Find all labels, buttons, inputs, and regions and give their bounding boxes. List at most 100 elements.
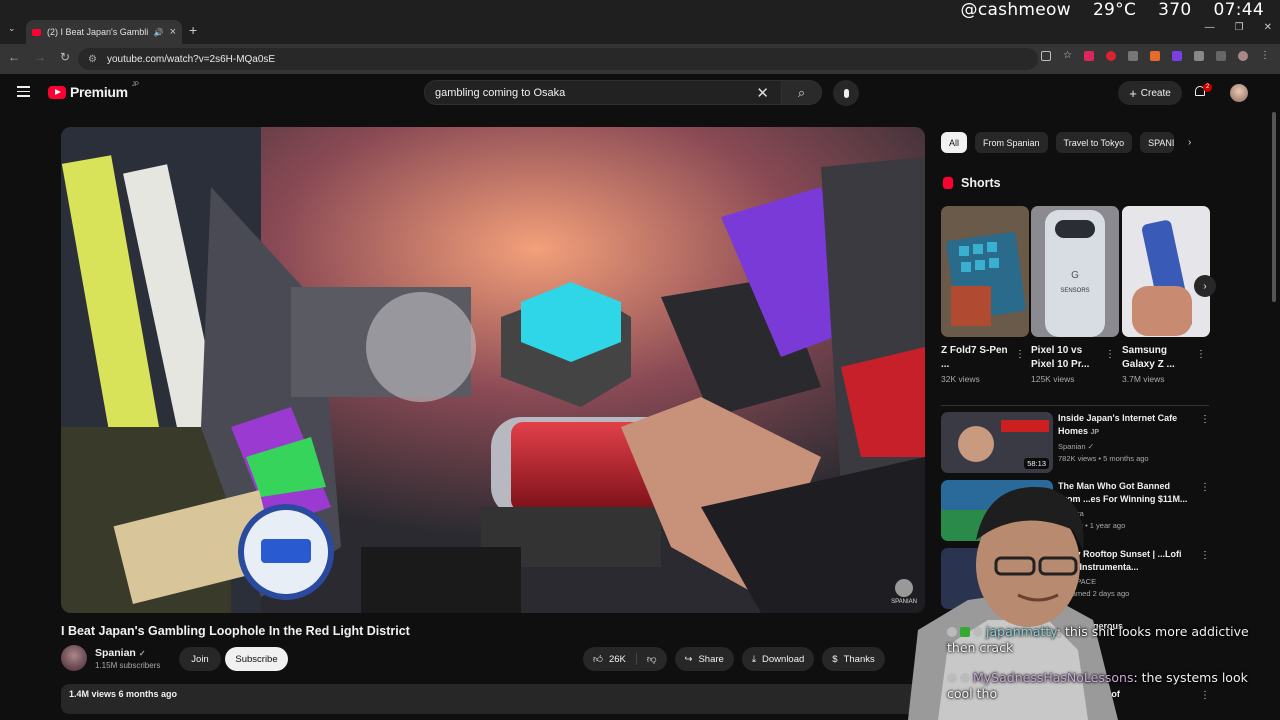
extension-pinterest-icon[interactable] xyxy=(1106,51,1116,61)
video-title: I Beat Japan's Gambling Loophole In the … xyxy=(61,624,410,638)
short-item[interactable]: Samsung Galaxy Z ... 3.7M views ⋮ xyxy=(1122,206,1210,384)
video-title[interactable]: Inside Japan's Internet Cafe Homes xyxy=(1058,413,1177,436)
short-title[interactable]: Samsung Galaxy Z ... xyxy=(1122,344,1194,372)
short-views: 3.7M views xyxy=(1122,374,1165,384)
cast-icon[interactable] xyxy=(1041,51,1052,61)
channel-avatar[interactable] xyxy=(61,645,87,671)
overlay-handle: @cashmeow xyxy=(960,0,1071,20)
address-bar-row: ← → ↻ ⚙ youtube.com/watch?v=2s6H-MQa0sE … xyxy=(0,44,1280,74)
short-views: 32K views xyxy=(941,374,980,384)
video-frame-image xyxy=(61,127,925,613)
like-count: 26K xyxy=(608,653,626,665)
short-thumbnail[interactable] xyxy=(941,206,1029,337)
voice-search-button[interactable] xyxy=(833,80,859,106)
microphone-icon xyxy=(843,88,849,98)
shorts-heading: Shorts xyxy=(943,176,1001,190)
thanks-icon: $ xyxy=(832,653,838,665)
extension-orange-icon[interactable] xyxy=(1150,51,1160,61)
more-options-icon[interactable]: ⋮ xyxy=(1200,482,1210,493)
restore-icon[interactable]: ❐ xyxy=(1235,22,1244,33)
stream-chat: japanmatty: this shit looks more addicti… xyxy=(947,624,1277,716)
bookmark-star-icon[interactable]: ☆ xyxy=(1063,51,1072,61)
like-button[interactable]: 👍︎ 26K xyxy=(583,653,637,665)
shorts-next-button[interactable]: › xyxy=(1194,275,1216,297)
close-window-icon[interactable]: ✕ xyxy=(1264,22,1272,33)
youtube-play-icon xyxy=(48,85,66,99)
chat-message: MySadnessHasNoLessons: the systems look … xyxy=(947,670,1277,702)
thanks-button[interactable]: $ Thanks xyxy=(822,647,885,671)
site-info-icon[interactable]: ⚙ xyxy=(88,54,97,65)
short-title[interactable]: Z Fold7 S-Pen ... xyxy=(941,344,1013,372)
reading-list-icon[interactable] xyxy=(1216,51,1226,61)
more-options-icon[interactable]: ⋮ xyxy=(1105,349,1115,360)
reload-icon[interactable]: ↻ xyxy=(60,50,70,64)
url-field[interactable]: ⚙ youtube.com/watch?v=2s6H-MQa0sE xyxy=(78,48,1038,70)
description-box[interactable]: 1.4M views 6 months ago xyxy=(61,684,941,714)
short-item[interactable]: G SENSORS Pixel 10 vs Pixel 10 Pr... 125… xyxy=(1031,206,1119,384)
divider xyxy=(941,405,1209,406)
tab-close-icon[interactable]: × xyxy=(170,26,176,38)
chip-all[interactable]: All xyxy=(941,132,968,153)
video-channel[interactable]: Spanian xyxy=(1058,442,1086,451)
video-player[interactable]: SPANIAN xyxy=(61,127,925,613)
search-box[interactable]: gambling coming to Osaka ✕ ⌕ xyxy=(424,80,822,105)
back-icon[interactable]: ← xyxy=(8,50,20,64)
browser-menu-icon[interactable]: ⋮ xyxy=(1260,51,1270,61)
share-label: Share xyxy=(698,653,724,665)
dislike-button[interactable]: 👎︎ xyxy=(637,653,667,665)
chip-spanian[interactable]: SPANI xyxy=(1140,132,1175,153)
create-button[interactable]: + Create xyxy=(1118,81,1182,105)
overlay-clock: 07:44 xyxy=(1213,0,1264,20)
short-item[interactable]: Z Fold7 S-Pen ... 32K views ⋮ xyxy=(941,206,1029,384)
chat-avatar-icon xyxy=(947,673,957,683)
channel-name[interactable]: Spanian xyxy=(95,647,136,659)
verified-badge-icon xyxy=(960,627,970,637)
notifications-button[interactable]: 2 xyxy=(1193,83,1212,100)
chips-next-icon[interactable]: › xyxy=(1188,137,1191,148)
extension-purple-icon[interactable] xyxy=(1172,51,1182,61)
short-title[interactable]: Pixel 10 vs Pixel 10 Pr... xyxy=(1031,344,1103,372)
short-thumbnail[interactable] xyxy=(1122,206,1210,337)
short-thumbnail-image xyxy=(941,206,1029,337)
thumbs-down-icon: 👎︎ xyxy=(646,654,657,665)
browser-tab[interactable]: (2) I Beat Japan's Gambling 🔊 × xyxy=(26,20,182,44)
forward-icon[interactable]: → xyxy=(34,50,46,64)
plus-icon: + xyxy=(1129,85,1137,101)
extensions-puzzle-icon[interactable] xyxy=(1194,51,1204,61)
share-button[interactable]: ↪ Share xyxy=(674,647,734,671)
svg-text:SENSORS: SENSORS xyxy=(1060,288,1089,294)
tab-search-icon[interactable]: ⌄ xyxy=(8,23,16,34)
more-options-icon[interactable]: ⋮ xyxy=(1196,349,1206,360)
page-scrollbar[interactable] xyxy=(1272,112,1276,302)
chat-message: japanmatty: this shit looks more addicti… xyxy=(947,624,1277,656)
chip-from-spanian[interactable]: From Spanian xyxy=(975,132,1048,153)
more-options-icon[interactable]: ⋮ xyxy=(1015,349,1025,360)
clear-search-icon[interactable]: ✕ xyxy=(756,84,769,102)
share-icon: ↪ xyxy=(684,653,693,665)
new-tab-button[interactable]: + xyxy=(189,22,197,38)
chip-travel-to-tokyo[interactable]: Travel to Tokyo xyxy=(1055,132,1133,153)
account-avatar[interactable] xyxy=(1230,84,1248,102)
shorts-heading-text: Shorts xyxy=(961,176,1001,190)
menu-icon[interactable] xyxy=(17,86,30,100)
overlay-count: 370 xyxy=(1158,0,1192,20)
video-thumbnail[interactable]: 58:13 xyxy=(941,412,1053,473)
short-views: 125K views xyxy=(1031,374,1075,384)
download-button[interactable]: ⤓ Download xyxy=(741,647,815,671)
svg-text:G: G xyxy=(1071,270,1079,281)
subscribe-button[interactable]: Subscribe xyxy=(225,647,288,671)
extension-gray-icon[interactable] xyxy=(1128,51,1138,61)
search-button[interactable]: ⌕ xyxy=(781,81,821,104)
verified-icon: ✓ xyxy=(138,648,146,658)
profile-icon[interactable] xyxy=(1238,51,1248,61)
short-thumbnail[interactable]: G SENSORS xyxy=(1031,206,1119,337)
more-options-icon[interactable]: ⋮ xyxy=(1200,414,1210,425)
extension-red-icon[interactable] xyxy=(1084,51,1094,61)
minimize-icon[interactable]: — xyxy=(1205,22,1215,33)
window-controls: — ❐ ✕ xyxy=(1205,22,1272,33)
more-options-icon[interactable]: ⋮ xyxy=(1200,550,1210,561)
search-input[interactable]: gambling coming to Osaka xyxy=(435,87,756,99)
join-button[interactable]: Join xyxy=(179,647,221,671)
youtube-header: Premium JP gambling coming to Osaka ✕ ⌕ … xyxy=(0,74,1280,112)
youtube-logo[interactable]: Premium JP xyxy=(48,82,139,100)
